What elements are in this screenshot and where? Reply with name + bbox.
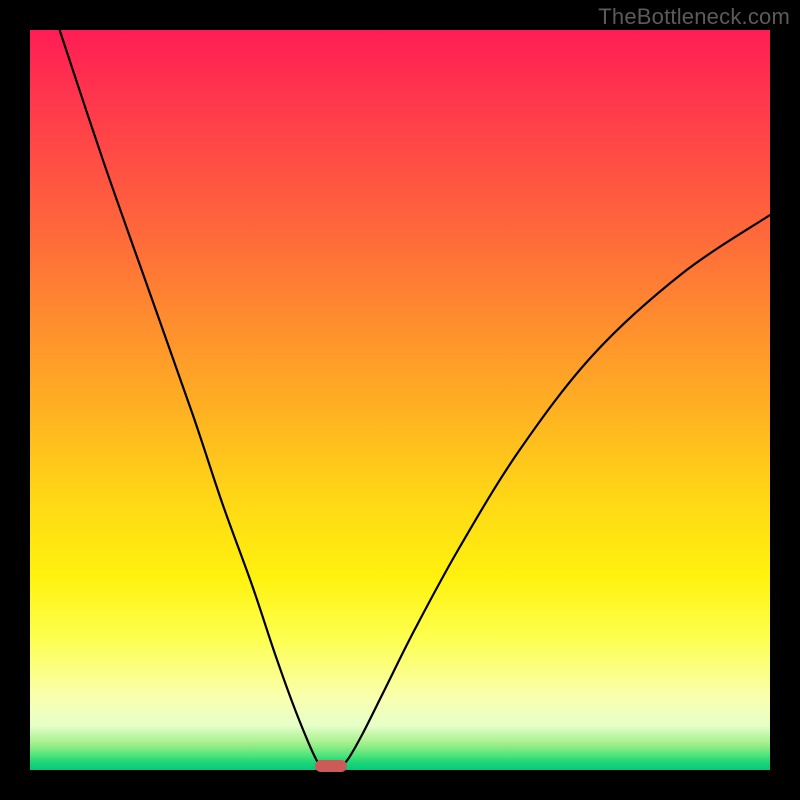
curve-right	[339, 215, 770, 768]
chart-frame: TheBottleneck.com	[0, 0, 800, 800]
curve-svg	[30, 30, 770, 770]
watermark-text: TheBottleneck.com	[598, 4, 790, 30]
plot-area	[30, 30, 770, 770]
curve-left	[60, 30, 323, 768]
minimum-marker	[315, 760, 347, 772]
